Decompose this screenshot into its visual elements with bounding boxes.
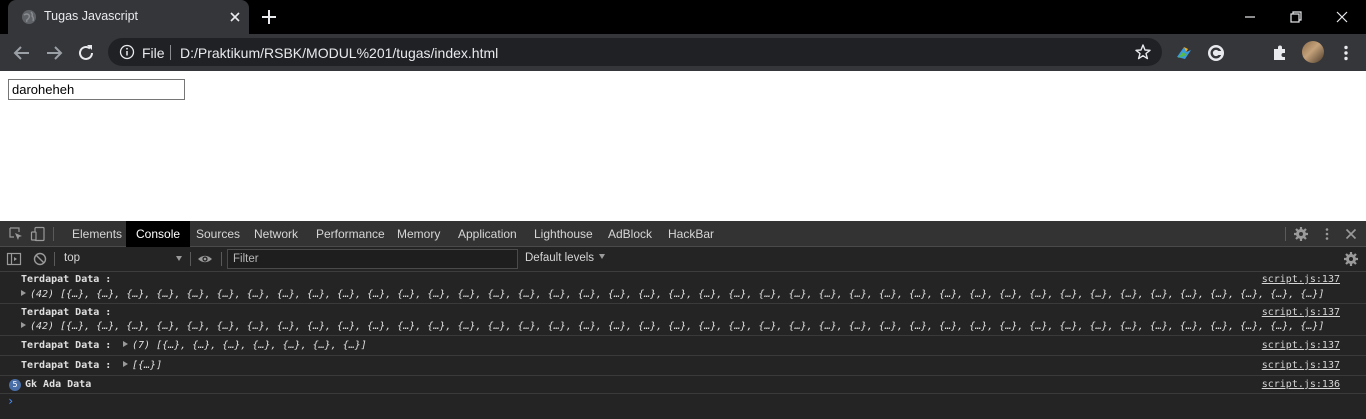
log-levels-dropdown[interactable]: Default levels [525,252,606,264]
window-close-icon[interactable] [1332,7,1352,27]
filterbar-divider [190,252,191,266]
console-filter-input[interactable] [227,249,518,269]
tab-memory[interactable]: Memory [387,221,450,247]
chevron-down-icon [599,254,606,259]
filterbar-divider [221,252,222,266]
close-icon[interactable] [1343,226,1359,242]
tab-sources[interactable]: Sources [186,221,250,247]
close-icon[interactable] [227,9,243,25]
array-preview[interactable]: [{…}] [123,360,162,371]
info-icon[interactable] [119,44,135,60]
url-text[interactable]: D:/Praktikum/RSBK/MODUL%201/tugas/index.… [180,45,498,61]
arrow-right-icon[interactable] [43,42,65,64]
arrow-left-icon[interactable] [11,42,33,64]
source-link[interactable]: script.js:136 [1262,379,1340,390]
source-link[interactable]: script.js:137 [1262,274,1340,285]
devtools-panel: Elements Console Sources Network Perform… [0,221,1366,419]
globe-icon [22,10,36,24]
tab-adblock[interactable]: AdBlock [598,221,662,247]
browser-tabstrip: Tugas Javascript [0,0,1366,34]
restore-icon[interactable] [1286,7,1306,27]
tab-performance[interactable]: Performance [306,221,395,247]
page-viewport [0,71,1366,221]
console-message: Terdapat Data : [{…}] script.js:137 [0,356,1366,376]
source-link[interactable]: script.js:137 [1262,307,1340,318]
expand-triangle-icon[interactable] [21,322,26,328]
array-preview[interactable]: (42) [{…}, {…}, {…}, {…}, {…}, {…}, {…},… [21,289,1324,300]
expand-triangle-icon[interactable] [21,290,26,296]
tab-application[interactable]: Application [448,221,527,247]
filterbar-divider [54,252,55,266]
console-message: Terdapat Data : (42) [{…}, {…}, {…}, {…}… [0,272,1366,304]
array-preview[interactable]: (7) [{…}, {…}, {…}, {…}, {…}, {…}, {…}] [123,340,367,351]
inspect-element-icon[interactable] [8,226,24,242]
tabbar-divider [1285,227,1286,241]
expand-triangle-icon[interactable] [123,361,128,367]
sidebar-toggle-icon[interactable] [6,251,22,267]
browser-toolbar: File D:/Praktikum/RSBK/MODUL%201/tugas/i… [0,34,1366,71]
source-link[interactable]: script.js:137 [1262,340,1340,351]
kebab-icon[interactable] [1336,43,1356,63]
console-prompt-icon[interactable]: › [7,394,14,408]
console-message: Terdapat Data : (7) [{…}, {…}, {…}, {…},… [0,336,1366,356]
console-message: Terdapat Data : (42) [{…}, {…}, {…}, {…}… [0,304,1366,336]
console-output: Terdapat Data : (42) [{…}, {…}, {…}, {…}… [0,272,1366,419]
log-levels-label: Default levels [525,252,595,264]
message-label: Terdapat Data : [21,307,112,318]
message-label: Gk Ada Data [25,379,92,390]
tab-lighthouse[interactable]: Lighthouse [524,221,603,247]
browser-tab[interactable]: Tugas Javascript [8,0,249,34]
repeat-count-badge: 5 [9,379,21,391]
tab-elements[interactable]: Elements [62,221,132,247]
tabbar-divider [53,227,54,241]
plus-icon[interactable] [260,8,278,26]
context-selector[interactable]: top [58,250,186,268]
expand-triangle-icon[interactable] [123,341,128,347]
device-toolbar-icon[interactable] [30,226,46,242]
gear-icon[interactable] [1293,226,1309,242]
idm-icon[interactable] [1174,43,1194,63]
text-input[interactable] [8,79,185,100]
puzzle-icon[interactable] [1270,43,1290,63]
console-settings-gear-icon[interactable] [1343,251,1359,267]
console-message: 5 Gk Ada Data script.js:136 [0,376,1366,394]
avatar[interactable] [1302,41,1324,63]
eye-icon[interactable] [197,251,213,267]
tab-console[interactable]: Console [126,221,191,247]
scheme-label: File [142,45,165,61]
address-bar[interactable]: File D:/Praktikum/RSBK/MODUL%201/tugas/i… [108,38,1162,66]
clear-console-icon[interactable] [32,251,48,267]
minimize-icon[interactable] [1240,7,1260,27]
tab-hackbar[interactable]: HackBar [658,221,724,247]
kebab-icon[interactable] [1319,226,1335,242]
message-label: Terdapat Data : [21,274,112,285]
message-label: Terdapat Data : [21,340,112,351]
reload-icon[interactable] [75,42,97,64]
c-circle-icon[interactable] [1206,43,1226,63]
chevron-down-icon [176,256,182,261]
message-label: Terdapat Data : [21,360,112,371]
console-filterbar: top Default levels [0,247,1366,272]
devtools-tabbar: Elements Console Sources Network Perform… [0,221,1366,247]
array-preview[interactable]: (42) [{…}, {…}, {…}, {…}, {…}, {…}, {…},… [21,321,1324,332]
omnibox-divider [170,45,171,60]
source-link[interactable]: script.js:137 [1262,360,1340,371]
tab-title: Tugas Javascript [44,9,139,23]
star-icon[interactable] [1134,43,1152,61]
tab-network[interactable]: Network [244,221,308,247]
context-label: top [64,252,80,264]
